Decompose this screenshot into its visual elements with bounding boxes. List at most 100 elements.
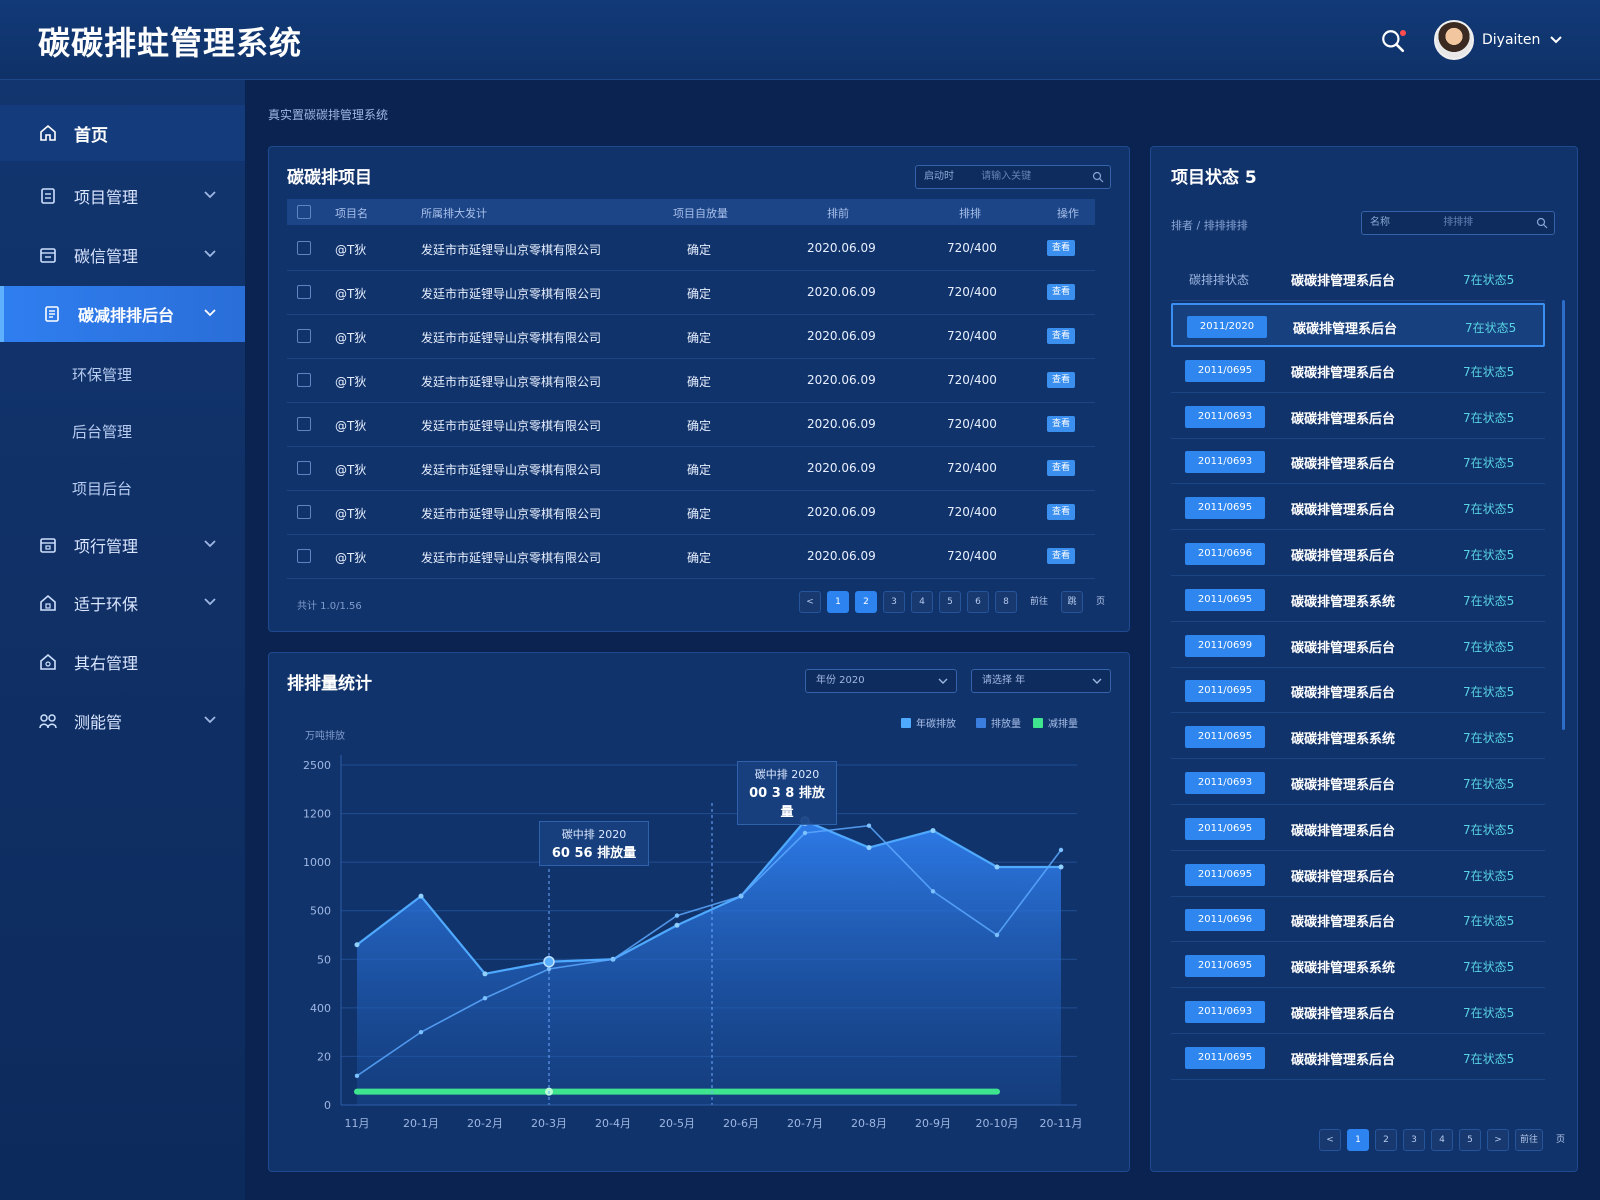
row-action-button[interactable]: 查看 <box>1047 372 1075 388</box>
pagination-page[interactable]: 3 <box>883 591 905 613</box>
row-checkbox[interactable] <box>297 329 311 343</box>
pagination-page[interactable]: 3 <box>1403 1129 1425 1151</box>
pagination-page-label: 页 <box>1096 597 1106 607</box>
status-text: 7在状态5 <box>1465 321 1517 335</box>
pagination-page[interactable]: 5 <box>1459 1129 1481 1151</box>
row-action-button[interactable]: 查看 <box>1047 548 1075 564</box>
sidebar-subitem-env[interactable]: 环保管理 <box>72 364 132 385</box>
pagination-page[interactable]: 8 <box>995 591 1017 613</box>
status-list-item[interactable]: 2011/0699 碳碳排管理系后台 7在状态5 <box>1171 624 1545 668</box>
status-list-item[interactable]: 2011/0693 碳碳排管理系后台 7在状态5 <box>1171 990 1545 1034</box>
pagination-page[interactable]: 4 <box>911 591 933 613</box>
row-action-button[interactable]: 查看 <box>1047 240 1075 256</box>
status-list-item[interactable]: 2011/0695 碳碳排管理系后台 7在状态5 <box>1171 486 1545 531</box>
table-row[interactable]: @T狄 发廷市市延锂导山京零棋有限公司 确定 2020.06.09 720/400 查看 <box>287 447 1095 491</box>
row-checkbox[interactable] <box>297 505 311 519</box>
status-list-item[interactable]: 2011/0693 碳碳排管理系后台 7在状态5 <box>1171 395 1545 439</box>
status-name: 碳碳排管理系后台 <box>1291 549 1396 564</box>
table-row[interactable]: @T狄 发廷市市延锂导山京零棋有限公司 确定 2020.06.09 720/400 查看 <box>287 535 1095 579</box>
search-icon[interactable] <box>1092 171 1104 183</box>
status-list-item[interactable]: 2011/0695 碳碳排管理系后台 7在状态5 <box>1171 807 1545 851</box>
status-list-item[interactable]: 2011/2020 碳碳排管理系后台 7在状态5 <box>1171 303 1545 347</box>
x-tick-label: 20-1月 <box>403 1117 439 1130</box>
status-list-item[interactable]: 2011/0693 碳碳排管理系后台 7在状态5 <box>1171 761 1545 805</box>
cell-code: @T狄 <box>335 243 367 257</box>
chevron-down-icon[interactable] <box>1548 32 1564 48</box>
row-action-button[interactable]: 查看 <box>1047 284 1075 300</box>
status-list-item[interactable]: 2011/0695 碳碳排管理系后台 7在状态5 <box>1171 853 1545 897</box>
pagination-goto-input[interactable]: 前往 <box>1515 1129 1543 1151</box>
row-checkbox[interactable] <box>297 417 311 431</box>
status-list-item[interactable]: 2011/0696 碳碳排管理系后台 7在状态5 <box>1171 898 1545 943</box>
pagination-goto-input[interactable]: 跳 <box>1061 591 1084 613</box>
pagination-page[interactable]: 5 <box>939 591 961 613</box>
row-action-button[interactable]: 查看 <box>1047 504 1075 520</box>
pagination-page[interactable]: 6 <box>967 591 989 613</box>
avatar[interactable] <box>1434 20 1474 60</box>
sidebar-item-reduction-admin[interactable]: 碳减排排后台 <box>0 286 245 342</box>
column-header: 所属排大发计 <box>421 207 487 220</box>
status-list-item[interactable]: 2011/0695 碳碳排管理系后台 7在状态5 <box>1171 349 1545 393</box>
series-point <box>738 893 744 899</box>
table-row[interactable]: @T狄 发廷市市延锂导山京零棋有限公司 确定 2020.06.09 720/400 查看 <box>287 491 1095 535</box>
table-row[interactable]: @T狄 发廷市市延锂导山京零棋有限公司 确定 2020.06.09 720/400 查看 <box>287 227 1095 271</box>
cell-date: 2020.06.09 <box>807 329 876 343</box>
row-checkbox[interactable] <box>297 285 311 299</box>
row-action-button[interactable]: 查看 <box>1047 460 1075 476</box>
pagination-prev[interactable]: < <box>799 591 821 613</box>
pagination-page[interactable]: 4 <box>1431 1129 1453 1151</box>
row-action-button[interactable]: 查看 <box>1047 416 1075 432</box>
row-checkbox[interactable] <box>297 241 311 255</box>
highlight-point <box>543 955 555 968</box>
status-list-item[interactable]: 2011/0693 碳碳排管理系后台 7在状态5 <box>1171 440 1545 485</box>
status-list-item[interactable]: 2011/0696 碳碳排管理系后台 7在状态5 <box>1171 532 1545 576</box>
table-row[interactable]: @T狄 发廷市市延锂导山京零棋有限公司 确定 2020.06.09 720/400 查看 <box>287 315 1095 359</box>
cell-amount: 720/400 <box>947 505 997 519</box>
sidebar-item-home[interactable]: 首页 <box>0 105 245 161</box>
cell-company: 发廷市市延锂导山京零棋有限公司 <box>421 551 602 565</box>
row-action-button[interactable]: 查看 <box>1047 328 1075 344</box>
series-point <box>802 830 808 836</box>
pagination-next[interactable]: > <box>1487 1129 1509 1151</box>
sidebar-item-label: 碳信管理 <box>74 247 139 266</box>
status-list-item[interactable]: 2011/0695 碳碳排管理系系统 7在状态5 <box>1171 944 1545 989</box>
sidebar-item-operations[interactable]: 项行管理 <box>0 517 245 573</box>
x-tick-label: 20-5月 <box>659 1117 695 1130</box>
row-checkbox[interactable] <box>297 461 311 475</box>
sidebar-item-eco[interactable]: 适于环保 <box>0 575 245 631</box>
status-scrollbar[interactable] <box>1562 300 1565 730</box>
cell-type: 确定 <box>687 375 712 389</box>
sidebar-item-energy[interactable]: 测能管 <box>0 693 245 749</box>
pagination-page[interactable]: 2 <box>1375 1129 1397 1151</box>
status-name: 碳碳排管理系后台 <box>1291 1007 1396 1022</box>
pagination-prev[interactable]: < <box>1319 1129 1341 1151</box>
sidebar-item-label: 首页 <box>74 125 108 146</box>
pagination-page[interactable]: 1 <box>1347 1129 1369 1151</box>
status-list-item[interactable]: 2011/0695 碳碳排管理系系统 7在状态5 <box>1171 578 1545 622</box>
sidebar-item-project[interactable]: 项目管理 <box>0 168 245 224</box>
table-row[interactable]: @T狄 发廷市市延锂导山京零棋有限公司 确定 2020.06.09 720/400 查看 <box>287 271 1095 315</box>
status-list-item[interactable]: 2011/0695 碳碳排管理系后台 7在状态5 <box>1171 1036 1545 1080</box>
project-search-input[interactable]: 启动时 请输入关键 <box>915 165 1111 189</box>
cell-type: 确定 <box>687 419 712 433</box>
status-badge: 2011/0693 <box>1185 405 1265 428</box>
sidebar-subitem-project-backend[interactable]: 项目后台 <box>72 478 132 499</box>
sidebar-item-carbon-info[interactable]: 碳信管理 <box>0 227 245 283</box>
x-tick-label: 20-4月 <box>595 1117 631 1130</box>
status-list-item[interactable]: 2011/0695 碳碳排管理系系统 7在状态5 <box>1171 715 1545 760</box>
pagination-page[interactable]: 2 <box>855 591 877 613</box>
row-checkbox[interactable] <box>297 373 311 387</box>
status-list-item[interactable]: 2011/0695 碳碳排管理系后台 7在状态5 <box>1171 669 1545 714</box>
sidebar-subitem-backend[interactable]: 后台管理 <box>72 421 132 442</box>
status-text: 7在状态5 <box>1463 593 1515 608</box>
search-icon[interactable] <box>1536 217 1548 229</box>
row-checkbox[interactable] <box>297 549 311 563</box>
sidebar-item-other[interactable]: 其右管理 <box>0 634 245 690</box>
cell-amount: 720/400 <box>947 241 997 255</box>
table-row[interactable]: @T狄 发廷市市延锂导山京零棋有限公司 确定 2020.06.09 720/400 查看 <box>287 359 1095 403</box>
status-search-input[interactable]: 名称 排排排 <box>1361 211 1555 235</box>
select-all-checkbox[interactable] <box>297 205 311 219</box>
user-name[interactable]: Diyaiten <box>1482 32 1540 48</box>
pagination-page[interactable]: 1 <box>827 591 849 613</box>
table-row[interactable]: @T狄 发廷市市延锂导山京零棋有限公司 确定 2020.06.09 720/400 查看 <box>287 403 1095 447</box>
